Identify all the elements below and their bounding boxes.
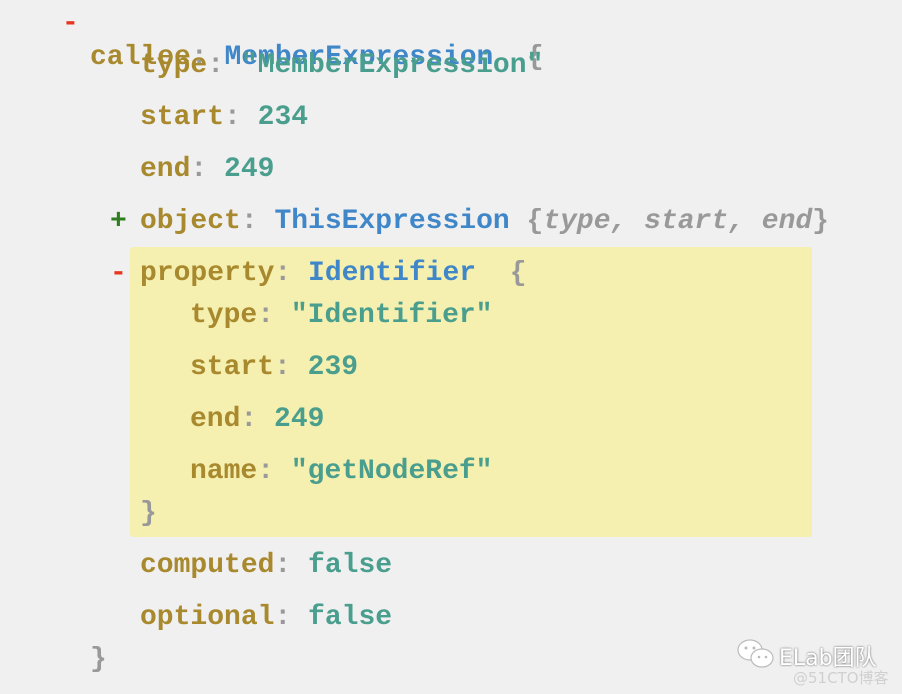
colon: : [240,206,258,237]
watermark-source: @51CTO博客 [793,669,889,687]
collapse-toggle[interactable]: - [62,7,79,41]
prop-value: 249 [274,404,325,435]
property-type: type: "MemberExpression" [140,49,543,83]
colon: : [274,258,292,289]
colon: : [224,102,241,133]
prop-value: "getNodeRef" [290,456,493,487]
prop-key: name [190,456,258,487]
colon: : [257,300,275,331]
prop-key: end [140,154,191,185]
prop-key: end [190,404,241,435]
node-key: property [140,258,275,289]
collapsed-summary: type, start, end [543,206,813,237]
open-brace: { [509,258,527,289]
colon: : [207,50,225,81]
prop-key: start [140,102,225,133]
close-brace: } [812,206,829,237]
prop-key: start [190,352,275,383]
close-brace: } [90,644,107,675]
collapse-toggle[interactable]: - [110,257,127,291]
property-computed: computed: false [140,549,392,583]
prop-value: "Identifier" [290,300,493,331]
prop-value: 249 [224,154,275,185]
prop-key: computed [140,550,275,581]
property-start: start: 234 [140,101,308,135]
prop-value: 239 [307,352,359,383]
prop-value: false [308,550,393,581]
colon: : [257,456,275,487]
property-name: name: "getNodeRef" [190,455,492,489]
node-key: object [140,206,241,237]
prop-key: optional [140,602,275,633]
prop-value: 234 [257,102,309,133]
close-brace: } [140,498,157,529]
property-end: end: 249 [140,153,274,187]
expand-toggle[interactable]: + [110,205,127,239]
colon: : [190,154,208,185]
property-optional: optional: false [140,601,392,635]
colon: : [274,602,292,633]
property-type: type: "Identifier" [190,299,492,333]
colon: : [240,404,258,435]
tree-node-property[interactable]: property: Identifier { [140,257,527,291]
prop-value: false [308,602,393,633]
property-start: start: 239 [190,351,358,385]
node-type: Identifier [308,258,477,289]
colon: : [274,550,292,581]
colon: : [274,352,291,383]
property-end: end: 249 [190,403,324,437]
prop-key: type [140,50,208,81]
prop-value: "MemberExpression" [240,50,544,81]
tree-node-object[interactable]: object: ThisExpression {type, start, end… [140,205,829,239]
prop-key: type [190,300,258,331]
wechat-icon [737,639,774,668]
open-brace: { [526,206,544,237]
node-type: ThisExpression [274,206,510,237]
